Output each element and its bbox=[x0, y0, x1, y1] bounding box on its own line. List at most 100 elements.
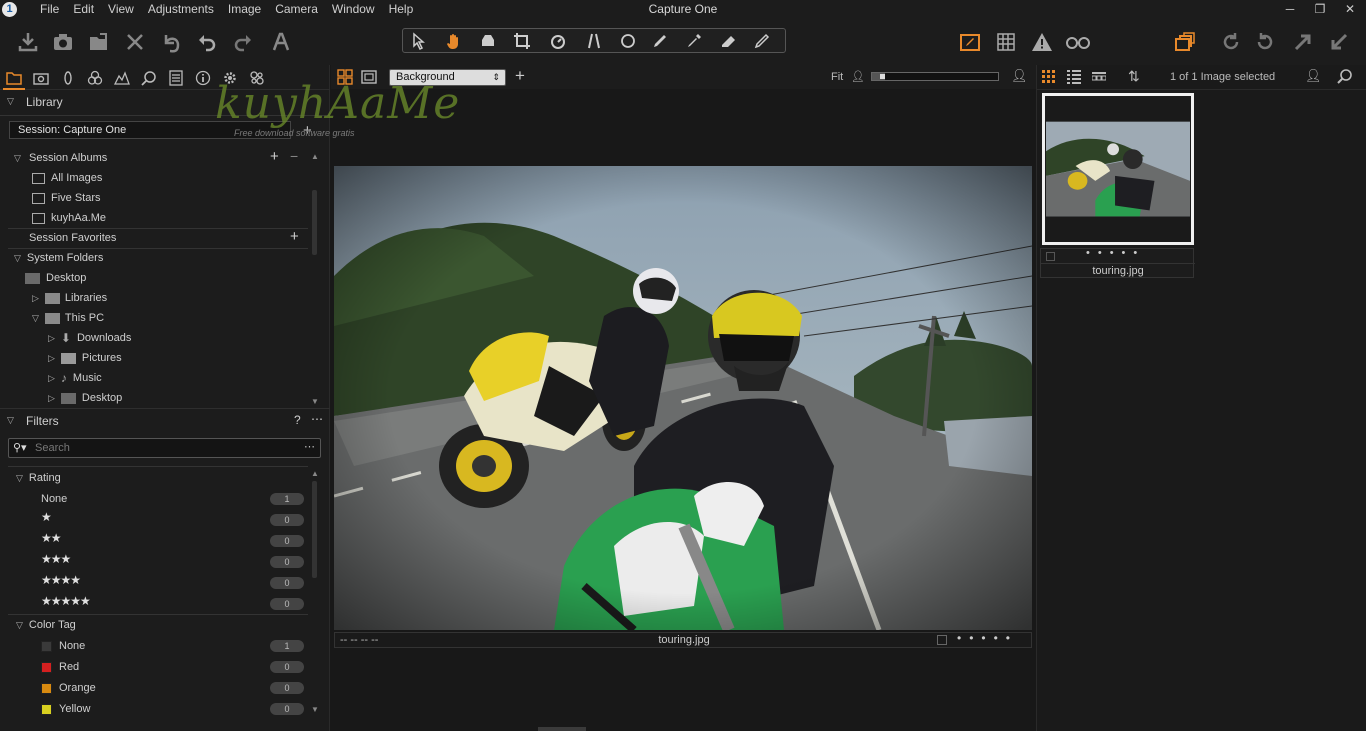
folder-desktop[interactable]: Desktop bbox=[25, 269, 86, 287]
capture-one-logo-icon[interactable]: 1 bbox=[2, 2, 17, 17]
grid-overlay-icon[interactable] bbox=[993, 29, 1019, 55]
filters-more-icon[interactable]: ⋯ bbox=[311, 410, 323, 428]
thumb-color-tag-box[interactable] bbox=[1046, 252, 1055, 261]
session-albums-header[interactable]: ▽ Session Albums bbox=[0, 149, 330, 169]
filmstrip-view-icon[interactable] bbox=[1091, 70, 1107, 87]
library-scrollbar[interactable] bbox=[312, 190, 317, 255]
spot-removal-icon[interactable] bbox=[613, 31, 643, 51]
undo-all-icon[interactable] bbox=[158, 29, 184, 55]
rating-header[interactable]: ▽ Rating bbox=[16, 469, 61, 487]
redo-adjustments-icon[interactable] bbox=[1252, 29, 1278, 55]
rotate-icon[interactable] bbox=[543, 31, 573, 51]
album-five-stars[interactable]: Five Stars bbox=[32, 189, 101, 207]
filters-section-header[interactable]: ▽ Filters bbox=[0, 411, 330, 431]
add-layer-icon[interactable]: + bbox=[515, 66, 525, 86]
color-tab-icon[interactable] bbox=[86, 69, 104, 87]
text-tool-icon[interactable] bbox=[268, 29, 294, 55]
exposure-warning-icon[interactable] bbox=[1029, 29, 1055, 55]
zoom-fit-label[interactable]: Fit bbox=[831, 71, 843, 83]
remove-album-icon[interactable]: − bbox=[290, 147, 298, 165]
main-photo[interactable] bbox=[334, 166, 1032, 630]
folder-libraries[interactable]: ▷ Libraries bbox=[32, 289, 107, 307]
reset-adjustments-icon[interactable] bbox=[1218, 29, 1244, 55]
filters-help-icon[interactable]: ? bbox=[294, 411, 301, 429]
color-picker-icon[interactable] bbox=[679, 31, 709, 51]
variants-icon[interactable] bbox=[1172, 29, 1198, 55]
edit-mode-icon[interactable] bbox=[957, 29, 983, 55]
color-tag-red[interactable]: Red bbox=[41, 658, 79, 676]
menu-view[interactable]: View bbox=[101, 2, 141, 17]
search-icon[interactable] bbox=[1337, 68, 1353, 87]
draw-mask-icon[interactable] bbox=[645, 31, 675, 51]
folder-music[interactable]: ▷ ♪ Music bbox=[48, 369, 102, 387]
copy-adjustments-icon[interactable] bbox=[1290, 29, 1316, 55]
grid-view-icon[interactable] bbox=[1042, 70, 1056, 87]
menu-edit[interactable]: Edit bbox=[66, 2, 101, 17]
close-icon[interactable]: ✕ bbox=[1342, 1, 1358, 17]
delete-icon[interactable] bbox=[122, 29, 148, 55]
info-tab-icon[interactable] bbox=[194, 69, 212, 87]
album-kuyhaa[interactable]: kuyhAa.Me bbox=[32, 209, 106, 227]
color-tag-box[interactable] bbox=[937, 635, 947, 645]
folder-pictures[interactable]: ▷ Pictures bbox=[48, 349, 122, 367]
menu-image[interactable]: Image bbox=[221, 2, 268, 17]
annotate-icon[interactable] bbox=[747, 31, 777, 51]
thumb-rating-dots[interactable]: ••••• bbox=[1086, 247, 1145, 259]
sort-icon[interactable]: ⇅ bbox=[1128, 68, 1140, 85]
import-icon[interactable] bbox=[15, 29, 41, 55]
menu-camera[interactable]: Camera bbox=[268, 2, 325, 17]
rating-dots[interactable]: ••••• bbox=[957, 631, 1018, 645]
viewer-resize-handle[interactable] bbox=[538, 727, 586, 731]
export-folder-icon[interactable] bbox=[86, 29, 112, 55]
filters-scrollbar[interactable] bbox=[312, 481, 317, 578]
zoom-slider[interactable] bbox=[871, 72, 999, 81]
folder-this-pc[interactable]: ▽ This PC bbox=[32, 309, 104, 327]
search-options-icon[interactable]: ⋯ bbox=[304, 440, 315, 453]
crop-icon[interactable] bbox=[507, 31, 537, 51]
camera-capture-icon[interactable] bbox=[50, 29, 76, 55]
erase-mask-icon[interactable] bbox=[713, 31, 743, 51]
select-cursor-icon[interactable] bbox=[405, 31, 435, 51]
redo-icon[interactable] bbox=[230, 29, 256, 55]
scroll-down-icon[interactable]: ▼ bbox=[311, 701, 319, 719]
menu-help[interactable]: Help bbox=[382, 2, 421, 17]
rating-none-label[interactable]: None bbox=[41, 490, 67, 508]
zoom-slider-thumb[interactable] bbox=[879, 74, 885, 79]
minimize-icon[interactable]: ─ bbox=[1282, 1, 1298, 17]
add-album-icon[interactable]: + bbox=[270, 148, 279, 166]
rating-4-stars[interactable]: ★★★★ bbox=[41, 573, 81, 587]
menu-file[interactable]: File bbox=[33, 2, 66, 17]
album-all-images[interactable]: All Images bbox=[32, 169, 102, 187]
undo-icon[interactable] bbox=[194, 29, 220, 55]
color-tag-yellow[interactable]: Yellow bbox=[41, 700, 90, 718]
session-favorites-header[interactable]: Session Favorites bbox=[29, 229, 116, 247]
library-tab-folder-icon[interactable] bbox=[5, 69, 23, 87]
thumbnail-selected[interactable] bbox=[1042, 93, 1194, 245]
loupe-icon[interactable] bbox=[473, 31, 503, 51]
filter-search-input[interactable]: ⚲▾ Search ⋯ bbox=[8, 438, 321, 458]
add-favorite-icon[interactable]: + bbox=[290, 228, 299, 246]
metadata-tab-list-icon[interactable] bbox=[167, 69, 185, 87]
folder-downloads[interactable]: ▷ ⬇ Downloads bbox=[48, 329, 131, 347]
rating-5-stars[interactable]: ★★★★★ bbox=[41, 594, 91, 608]
folder-desktop-sub[interactable]: ▷ Desktop bbox=[48, 389, 122, 407]
list-view-icon[interactable] bbox=[1067, 70, 1081, 87]
lens-tab-icon[interactable] bbox=[59, 69, 77, 87]
pan-hand-icon[interactable] bbox=[439, 31, 469, 51]
exposure-tab-icon[interactable] bbox=[113, 69, 131, 87]
rating-1-star[interactable]: ★ bbox=[41, 510, 52, 524]
capture-tab-camera-icon[interactable] bbox=[32, 69, 50, 87]
color-tag-header[interactable]: ▽ Color Tag bbox=[16, 616, 76, 634]
rating-3-stars[interactable]: ★★★ bbox=[41, 552, 71, 566]
proof-glasses-icon[interactable] bbox=[1063, 29, 1093, 55]
color-tag-orange[interactable]: Orange bbox=[41, 679, 96, 697]
color-tag-none[interactable]: None bbox=[41, 637, 85, 655]
rating-2-stars[interactable]: ★★ bbox=[41, 531, 61, 545]
restore-icon[interactable]: ❐ bbox=[1312, 1, 1328, 17]
keystone-icon[interactable] bbox=[579, 31, 609, 51]
apply-adjustments-icon[interactable] bbox=[1326, 29, 1352, 55]
scroll-up-icon[interactable]: ▲ bbox=[311, 465, 319, 483]
menu-window[interactable]: Window bbox=[325, 2, 382, 17]
menu-adjustments[interactable]: Adjustments bbox=[141, 2, 221, 17]
system-folders-header[interactable]: ▽ System Folders bbox=[14, 249, 103, 267]
